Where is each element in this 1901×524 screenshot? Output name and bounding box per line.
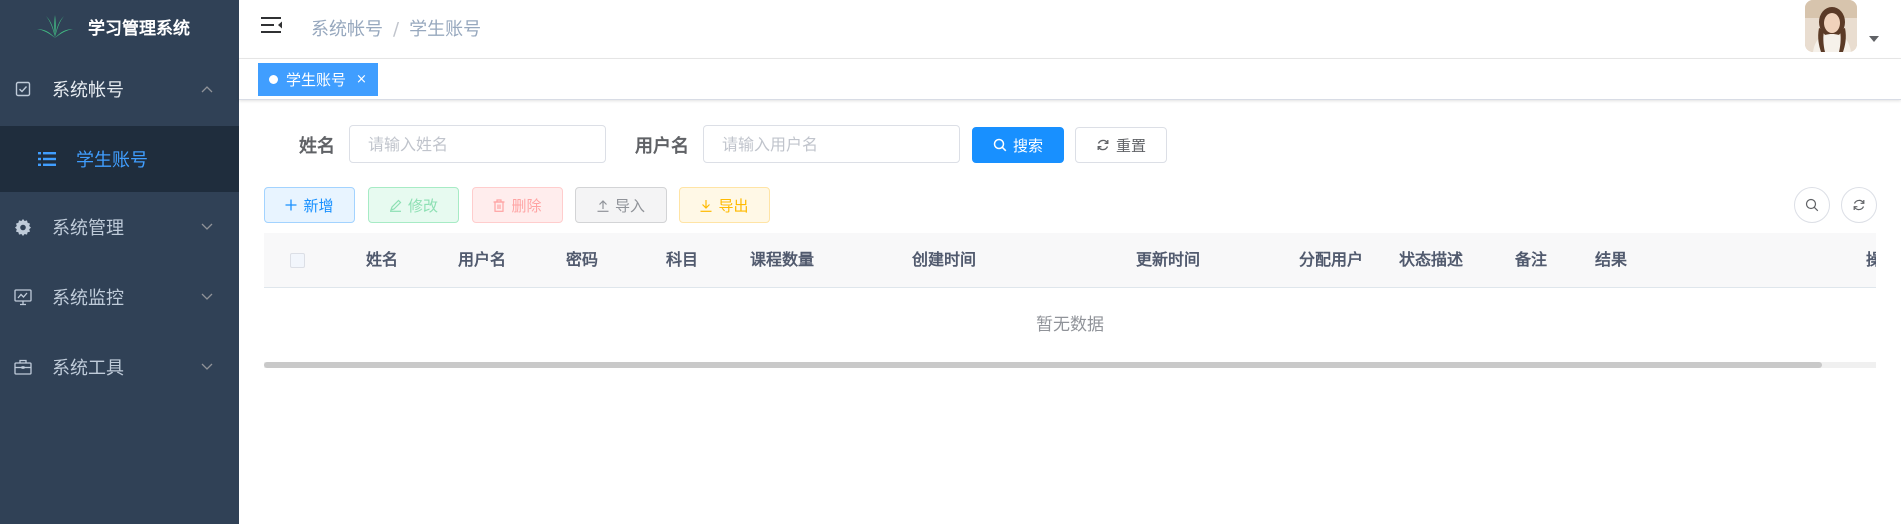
chevron-up-icon <box>201 86 213 93</box>
import-button-label: 导入 <box>614 196 645 215</box>
sidebar: 学习管理系统 系统帐号 学生账号 系统管理 系统监控 系统工具 <box>0 0 239 524</box>
toggle-search-button[interactable] <box>1794 187 1830 223</box>
breadcrumb-item[interactable]: 系统帐号 <box>311 19 383 40</box>
close-icon[interactable]: × <box>356 72 367 87</box>
upload-icon <box>597 199 609 212</box>
column-header: 操 <box>1866 250 1876 269</box>
toolbox-icon <box>14 358 32 376</box>
sidebar-item-label: 系统管理 <box>52 218 124 239</box>
trash-icon <box>493 198 505 212</box>
chevron-down-icon <box>201 363 213 370</box>
column-header: 创建时间 <box>912 250 977 269</box>
username-label: 用户名 <box>635 136 689 157</box>
edit-button-label: 修改 <box>407 196 438 215</box>
breadcrumb-separator: / <box>393 19 400 40</box>
edit-button[interactable]: 修改 <box>368 187 459 223</box>
caret-down-icon[interactable] <box>1869 36 1879 42</box>
column-header: 结果 <box>1595 250 1628 269</box>
monitor-icon <box>14 288 32 306</box>
scrollbar-thumb[interactable] <box>264 362 1822 368</box>
export-button[interactable]: 导出 <box>679 187 770 223</box>
reset-button[interactable]: 重置 <box>1075 127 1167 163</box>
hamburger-icon[interactable] <box>261 14 283 36</box>
refresh-icon <box>1853 199 1865 211</box>
checkbox-icon <box>14 80 32 98</box>
sidebar-item-account[interactable]: 系统帐号 <box>0 52 239 126</box>
delete-button-label: 删除 <box>511 196 542 215</box>
logo: 学习管理系统 <box>0 0 239 52</box>
column-header: 姓名 <box>366 250 399 269</box>
name-label: 姓名 <box>299 136 335 157</box>
download-icon <box>700 199 712 212</box>
sidebar-item-label: 学生账号 <box>76 150 148 171</box>
column-header: 用户名 <box>458 250 507 269</box>
empty-state: 暂无数据 <box>1036 315 1104 335</box>
breadcrumb-item-current: 学生账号 <box>409 19 482 40</box>
data-table: 姓名 用户名 密码 科目 课程数量 创建时间 更新时间 分配用户 状态描述 备注… <box>264 233 1876 362</box>
column-header: 更新时间 <box>1136 250 1201 269</box>
plus-icon <box>285 199 297 211</box>
refresh-table-button[interactable] <box>1841 187 1877 223</box>
sidebar-item-system-monitor[interactable]: 系统监控 <box>0 262 239 332</box>
table-header: 姓名 用户名 密码 科目 课程数量 创建时间 更新时间 分配用户 状态描述 备注… <box>264 233 1876 288</box>
navbar: 系统帐号 / 学生账号 <box>239 0 1901 59</box>
avatar-image <box>1805 0 1857 52</box>
column-header: 课程数量 <box>750 250 815 269</box>
tag-label: 学生账号 <box>286 71 347 89</box>
gear-icon <box>14 218 32 236</box>
search-icon <box>993 138 1007 152</box>
name-input[interactable] <box>349 125 606 163</box>
import-button[interactable]: 导入 <box>575 187 667 223</box>
edit-icon <box>389 199 402 212</box>
refresh-icon <box>1096 138 1110 152</box>
avatar[interactable] <box>1805 0 1857 52</box>
sidebar-item-system-tools[interactable]: 系统工具 <box>0 332 239 402</box>
chevron-down-icon <box>201 293 213 300</box>
active-dot-icon <box>269 75 278 84</box>
tags-view: 学生账号 × <box>239 59 1901 100</box>
breadcrumb: 系统帐号 / 学生账号 <box>311 15 481 41</box>
search-button[interactable]: 搜索 <box>972 127 1064 163</box>
add-button-label: 新增 <box>303 196 334 215</box>
delete-button[interactable]: 删除 <box>472 187 563 223</box>
add-button[interactable]: 新增 <box>264 187 355 223</box>
column-header: 分配用户 <box>1299 250 1364 269</box>
sidebar-item-label: 系统监控 <box>52 288 124 309</box>
sidebar-submenu: 学生账号 <box>0 126 239 192</box>
sidebar-item-label: 系统工具 <box>52 358 124 379</box>
sidebar-item-label: 系统帐号 <box>52 80 124 101</box>
logo-leaf-icon <box>37 15 73 38</box>
horizontal-scrollbar[interactable] <box>264 362 1876 368</box>
sidebar-item-student-account[interactable]: 学生账号 <box>0 126 239 192</box>
column-header: 状态描述 <box>1399 250 1464 269</box>
search-icon <box>1805 198 1819 212</box>
username-input[interactable] <box>703 125 960 163</box>
list-icon <box>38 150 56 168</box>
tag-student-account[interactable]: 学生账号 × <box>258 63 378 96</box>
column-header: 科目 <box>666 250 699 269</box>
reset-button-label: 重置 <box>1115 136 1146 155</box>
column-header: 密码 <box>566 250 599 269</box>
export-button-label: 导出 <box>718 196 749 215</box>
search-button-label: 搜索 <box>1012 136 1043 155</box>
sidebar-item-system-manage[interactable]: 系统管理 <box>0 192 239 262</box>
column-header: 备注 <box>1515 250 1548 269</box>
app-title: 学习管理系统 <box>88 18 190 39</box>
chevron-down-icon <box>201 223 213 230</box>
select-all-checkbox[interactable] <box>290 253 305 268</box>
